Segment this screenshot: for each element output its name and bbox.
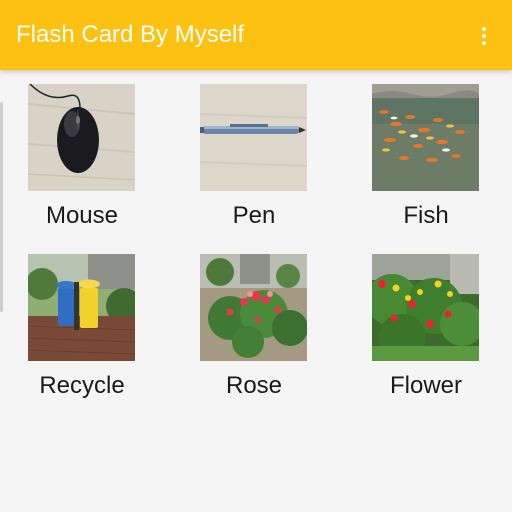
rose-image <box>200 254 307 361</box>
flash-card-recycle[interactable]: Recycle <box>0 254 172 414</box>
mouse-image <box>28 84 135 191</box>
more-vert-icon[interactable] <box>474 22 494 50</box>
card-label: Rose <box>225 372 283 399</box>
card-label: Recycle <box>39 372 125 399</box>
fish-image <box>372 84 479 191</box>
flash-card-flower[interactable]: Flower <box>344 254 512 414</box>
app-title: Flash Card By Myself <box>16 21 245 48</box>
card-label: Mouse <box>45 202 119 229</box>
flower-image <box>372 254 479 361</box>
card-label: Flower <box>389 372 462 399</box>
flash-card-pen[interactable]: Pen <box>172 84 344 244</box>
pen-image <box>200 84 307 191</box>
recycle-image <box>28 254 135 361</box>
flash-card-rose[interactable]: Rose <box>172 254 344 414</box>
card-label: Pen <box>232 202 276 229</box>
flash-card-mouse[interactable]: Mouse <box>0 84 172 244</box>
app-bar: Flash Card By Myself <box>0 0 512 70</box>
card-label: Fish <box>403 202 449 229</box>
flash-card-fish[interactable]: Fish <box>344 84 512 244</box>
